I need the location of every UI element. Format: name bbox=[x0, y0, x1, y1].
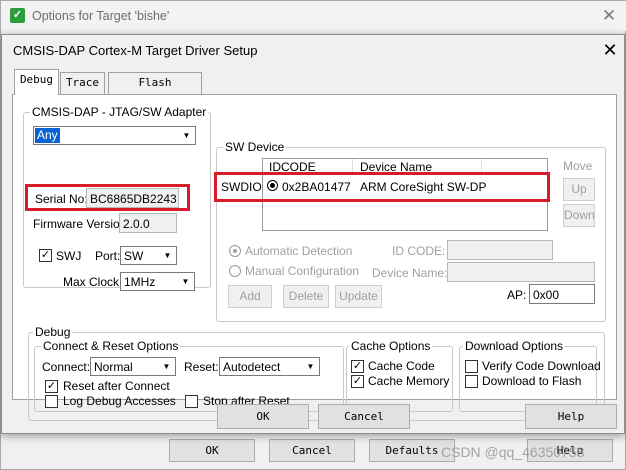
add-button[interactable]: Add bbox=[228, 285, 272, 308]
update-button[interactable]: Update bbox=[335, 285, 382, 308]
serial-number-field: BC6865DB2243 bbox=[86, 188, 179, 208]
dialog-close-button[interactable]: ✕ bbox=[599, 39, 621, 61]
dialog-title: CMSIS-DAP Cortex-M Target Driver Setup bbox=[13, 43, 258, 58]
manual-config-label: Manual Configuration bbox=[245, 264, 360, 278]
log-debug-checkbox[interactable] bbox=[45, 395, 58, 408]
chevron-down-icon[interactable]: ▼ bbox=[160, 248, 175, 263]
cancel-button[interactable]: Cancel bbox=[318, 404, 410, 429]
driver-setup-dialog: CMSIS-DAP Cortex-M Target Driver Setup ✕… bbox=[1, 34, 625, 434]
port-select[interactable]: SW ▼ bbox=[120, 246, 177, 265]
chevron-down-icon[interactable]: ▼ bbox=[178, 274, 193, 289]
swj-checkbox[interactable]: ✓ bbox=[39, 249, 52, 262]
chevron-down-icon[interactable]: ▼ bbox=[179, 128, 194, 143]
connect-label: Connect: bbox=[42, 360, 91, 374]
adapter-select-value: Any bbox=[35, 128, 60, 143]
tab-debug[interactable]: Debug bbox=[14, 69, 59, 95]
cache-code-label: Cache Code bbox=[368, 359, 435, 373]
adapter-group-label: CMSIS-DAP - JTAG/SW Adapter bbox=[30, 105, 209, 119]
download-to-flash-checkbox[interactable] bbox=[465, 375, 478, 388]
ap-label: AP: bbox=[507, 288, 527, 302]
parent-ok-button[interactable]: OK bbox=[169, 439, 255, 462]
cache-code-checkbox[interactable]: ✓ bbox=[351, 360, 364, 373]
ap-field[interactable]: 0x00 bbox=[529, 284, 595, 304]
watermark: CSDN @qq_46350758 bbox=[441, 444, 585, 460]
reset-after-connect-checkbox[interactable]: ✓ bbox=[45, 380, 58, 393]
parent-title-bar: ✓ Options for Target 'bishe' ✕ bbox=[1, 1, 626, 31]
id-code-field[interactable] bbox=[447, 240, 553, 260]
stop-after-reset-checkbox[interactable] bbox=[185, 395, 198, 408]
move-down-button[interactable]: Down bbox=[563, 204, 595, 227]
firmware-label: Firmware Version: bbox=[33, 217, 130, 231]
id-code-label: ID CODE: bbox=[392, 244, 446, 258]
tab-panel: CMSIS-DAP - JTAG/SW Adapter Any ▼ Serial… bbox=[12, 94, 617, 421]
cache-memory-checkbox[interactable]: ✓ bbox=[351, 375, 364, 388]
move-label: Move bbox=[563, 159, 593, 173]
reset-label: Reset: bbox=[184, 360, 219, 374]
move-up-button[interactable]: Up bbox=[563, 178, 595, 201]
keil-icon: ✓ bbox=[10, 8, 25, 23]
download-options-group-label: Download Options bbox=[463, 339, 566, 353]
help-button[interactable]: Help bbox=[525, 404, 617, 429]
log-debug-label: Log Debug Accesses bbox=[63, 394, 176, 408]
tab-flash-download[interactable]: Flash Download bbox=[108, 72, 202, 109]
delete-button[interactable]: Delete bbox=[283, 285, 329, 308]
sw-device-group-label: SW Device bbox=[223, 140, 287, 154]
debug-group-label: Debug bbox=[33, 325, 73, 339]
device-name-label: Device Name: bbox=[372, 266, 448, 280]
port-label: Port: bbox=[95, 249, 121, 263]
parent-cancel-button[interactable]: Cancel bbox=[269, 439, 355, 462]
device-name-field[interactable] bbox=[447, 262, 595, 282]
connect-reset-group-label: Connect & Reset Options bbox=[41, 339, 181, 353]
download-to-flash-label: Download to Flash bbox=[482, 374, 582, 388]
adapter-select[interactable]: Any ▼ bbox=[33, 126, 196, 145]
reset-select[interactable]: Autodetect ▼ bbox=[219, 357, 320, 376]
reset-after-connect-label: Reset after Connect bbox=[63, 379, 170, 393]
parent-close-button[interactable]: ✕ bbox=[595, 5, 623, 27]
connect-select[interactable]: Normal ▼ bbox=[90, 357, 176, 376]
auto-detection-label: Automatic Detection bbox=[245, 244, 353, 258]
cache-options-group-label: Cache Options bbox=[349, 339, 433, 353]
firmware-version-field: 2.0.0 bbox=[119, 213, 177, 233]
auto-detection-radio[interactable] bbox=[229, 245, 241, 257]
device-highlight-box bbox=[214, 172, 550, 202]
chevron-down-icon[interactable]: ▼ bbox=[303, 359, 318, 374]
manual-config-radio[interactable] bbox=[229, 265, 241, 277]
tab-trace[interactable]: Trace bbox=[60, 72, 105, 94]
cache-memory-label: Cache Memory bbox=[368, 374, 450, 388]
verify-download-checkbox[interactable] bbox=[465, 360, 478, 373]
ok-button[interactable]: OK bbox=[217, 404, 309, 429]
chevron-down-icon[interactable]: ▼ bbox=[159, 359, 174, 374]
serial-label: Serial No: bbox=[35, 192, 88, 206]
max-clock-label: Max Clock: bbox=[63, 275, 123, 289]
parent-window-title: Options for Target 'bishe' bbox=[32, 9, 170, 23]
verify-download-label: Verify Code Download bbox=[482, 359, 601, 373]
swj-label: SWJ bbox=[56, 249, 82, 263]
max-clock-select[interactable]: 1MHz ▼ bbox=[120, 272, 195, 291]
